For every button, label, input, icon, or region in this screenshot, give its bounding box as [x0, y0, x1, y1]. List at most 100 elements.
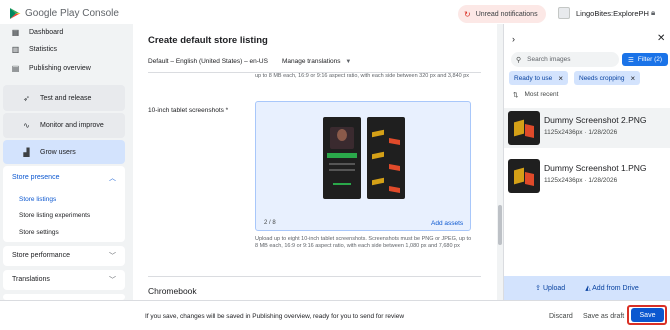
screenshot-portrait [337, 129, 347, 141]
thumbnail-decoration [525, 124, 534, 138]
screenshot-thumbnail[interactable] [367, 117, 405, 199]
remove-chip-icon[interactable]: × [558, 74, 563, 83]
sort-label: Most recent [524, 91, 559, 98]
filter-label: Filter (2) [637, 56, 663, 63]
save-info-message: If you save, changes will be saved in Pu… [145, 313, 405, 320]
manage-translations-button[interactable]: Manage translations ▼ [282, 58, 351, 65]
upload-button[interactable]: ⇪ Upload [535, 284, 565, 292]
image-list-item[interactable]: Dummy Screenshot 2.PNG 1125x2436px · 1/2… [504, 108, 670, 148]
discard-button[interactable]: Discard [549, 313, 573, 320]
image-thumbnail [508, 159, 540, 193]
sidebar-group-grow-users[interactable]: ▟ Grow users [3, 140, 125, 164]
sidebar-item-grow-users[interactable]: ▟ Grow users [11, 144, 75, 160]
account-switcher[interactable]: LingoBites:ExplorePH [558, 7, 649, 19]
sidebar-item-label: Statistics [29, 45, 58, 53]
thumbnail-decoration [514, 119, 524, 137]
dashboard-icon: ▦ [11, 27, 20, 37]
image-name: Dummy Screenshot 2.PNG [544, 115, 647, 125]
help-text-top: up to 8 MB each, 16:9 or 9:16 aspect rat… [255, 73, 470, 79]
close-icon[interactable]: ✕ [657, 33, 665, 44]
chip-label: Needs cropping [579, 74, 625, 82]
unread-notifications-button[interactable]: ↻ Unread notifications [458, 5, 546, 23]
monitor-icon: ∿ [23, 120, 30, 130]
publishing-icon: ▤ [11, 63, 20, 73]
chip-label: Ready to use [514, 74, 553, 82]
notification-icon: ↻ [464, 9, 471, 19]
sidebar-item-translations[interactable]: Translations ﹀ [3, 270, 125, 290]
screenshot-line [329, 169, 355, 171]
account-name: LingoBites:ExplorePH [576, 8, 649, 18]
image-meta: 1125x2436px · 1/28/2026 [544, 177, 618, 184]
store-performance-label: Store performance [12, 252, 70, 259]
asset-panel-footer: ⇪ Upload ◭ Add from Drive [504, 276, 670, 300]
screenshot-decoration [372, 177, 384, 186]
sidebar-item-statistics[interactable]: ▥ Statistics [0, 41, 57, 57]
chevron-right-icon[interactable]: › [512, 34, 515, 44]
statistics-icon: ▥ [11, 44, 20, 54]
sidebar-item-store-performance[interactable]: Store performance ﹀ [3, 246, 125, 266]
divider [148, 276, 481, 277]
lock-icon[interactable]: 🔒︎ [651, 8, 655, 18]
sort-icon: ⇅ [513, 92, 519, 99]
notification-label: Unread notifications [475, 10, 538, 18]
sidebar-item-store-settings[interactable]: Store settings [19, 229, 59, 236]
add-from-drive-button[interactable]: ◭ Add from Drive [585, 284, 639, 292]
tablet-screenshots-label: 10-inch tablet screenshots * [148, 107, 229, 114]
sidebar-item-label: Test and release [40, 94, 92, 102]
image-search[interactable]: ⚲ [511, 52, 619, 67]
sidebar-item-label: Publishing overview [29, 64, 91, 72]
sidebar-item-label: Monitor and improve [40, 121, 104, 129]
bottom-action-bar: If you save, changes will be saved in Pu… [0, 300, 670, 330]
rocket-icon: ➶ [23, 93, 30, 103]
sidebar-item-dashboard[interactable]: ▦ Dashboard [0, 24, 64, 40]
sidebar-item-store-listing-experiments[interactable]: Store listing experiments [19, 212, 90, 219]
screenshot-decoration [372, 129, 384, 138]
main-scrollbar-thumb[interactable] [498, 205, 502, 245]
save-button[interactable]: Save [631, 308, 664, 322]
language-selector[interactable]: Default – English (United States) – en-U… [148, 58, 268, 65]
screenshot-button [333, 183, 351, 185]
filter-chip-needs-cropping[interactable]: Needs cropping × [574, 71, 641, 85]
play-logo-icon [10, 8, 21, 19]
store-presence-panel: Store presence ︿ Store listings Store li… [3, 166, 125, 242]
chevron-down-icon: ﹀ [109, 277, 116, 284]
upload-icon: ⇪ [535, 285, 542, 292]
translations-label: Translations [12, 276, 50, 283]
chevron-down-icon: ﹀ [109, 253, 116, 260]
app-title: Google Play Console [25, 8, 119, 19]
chevron-up-icon[interactable]: ︿ [109, 173, 116, 183]
filter-button[interactable]: ☰ Filter (2) [622, 53, 668, 66]
sort-control[interactable]: ⇅ Most recent [513, 91, 558, 99]
search-icon: ⚲ [516, 56, 522, 64]
chromebook-section-title: Chromebook [148, 286, 197, 296]
screenshot-decoration [389, 164, 400, 171]
sidebar-group-monitor[interactable]: ∿ Monitor and improve [3, 113, 125, 138]
screenshot-thumbnail[interactable] [323, 117, 361, 199]
caret-down-icon: ▼ [345, 59, 352, 65]
store-presence-header[interactable]: Store presence [12, 174, 59, 181]
add-assets-link[interactable]: Add assets [431, 220, 463, 227]
search-input[interactable] [527, 56, 613, 63]
manage-translations-label: Manage translations [281, 58, 341, 65]
sidebar-item-store-listings[interactable]: Store listings [19, 196, 56, 203]
remove-chip-icon[interactable]: × [631, 74, 636, 83]
page-title: Create default store listing [148, 35, 268, 46]
screenshot-decoration [389, 138, 400, 145]
screenshot-decoration [389, 186, 400, 193]
sidebar-group-test-and-release[interactable]: ➶ Test and release [3, 85, 125, 111]
developer-avatar [558, 7, 570, 19]
image-name: Dummy Screenshot 1.PNG [544, 163, 647, 173]
image-meta: 1125x2436px · 1/28/2026 [544, 129, 618, 136]
sidebar-item-monitor-and-improve[interactable]: ∿ Monitor and improve [11, 117, 104, 133]
sidebar-item-publishing-overview[interactable]: ▤ Publishing overview [0, 60, 91, 76]
sidebar-item-test-and-release[interactable]: ➶ Test and release [11, 90, 91, 106]
save-as-draft-button[interactable]: Save as draft [583, 313, 624, 320]
play-console-logo[interactable]: Google Play Console [9, 7, 119, 20]
filter-chip-ready-to-use[interactable]: Ready to use × [509, 71, 568, 85]
grow-icon: ▟ [23, 147, 30, 157]
tablet-screenshots-dropzone[interactable]: 2 / 8 Add assets [255, 101, 471, 231]
drive-icon: ◭ [585, 285, 591, 292]
screenshot-count: 2 / 8 [264, 220, 276, 226]
image-list-item[interactable]: Dummy Screenshot 1.PNG 1125x2436px · 1/2… [504, 156, 670, 196]
screenshot-decoration [372, 151, 384, 160]
